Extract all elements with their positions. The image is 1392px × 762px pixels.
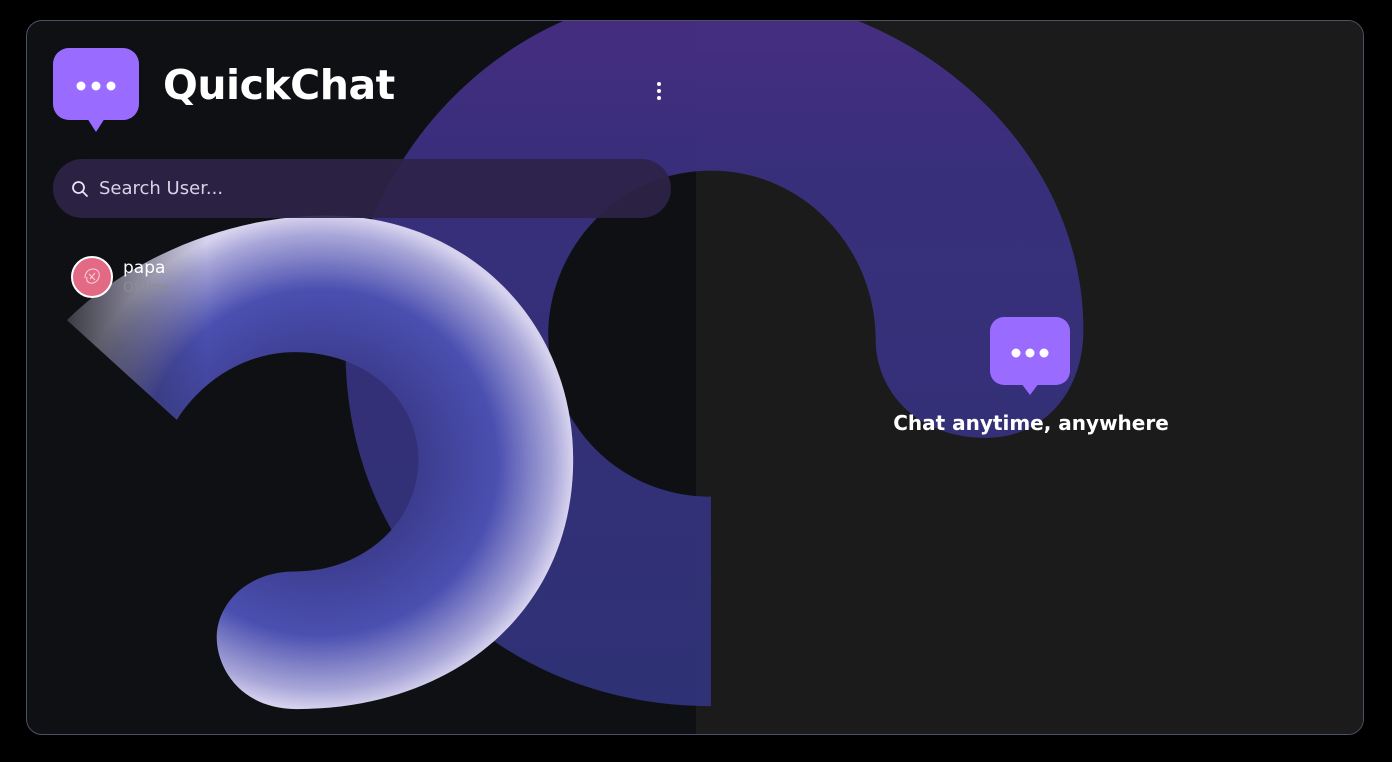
more-vertical-icon[interactable] xyxy=(645,77,673,105)
app-window: QuickChat papa Offline xyxy=(26,20,1364,735)
user-list-item[interactable]: papa Offline xyxy=(71,253,371,301)
search-bar xyxy=(53,159,671,218)
sidebar: QuickChat papa Offline xyxy=(27,21,696,734)
search-icon xyxy=(72,180,88,197)
welcome-tagline: Chat anytime, anywhere xyxy=(893,411,1169,435)
chat-bubble-icon xyxy=(53,48,139,132)
app-title: QuickChat xyxy=(163,61,395,109)
welcome-panel: Chat anytime, anywhere xyxy=(696,21,1363,734)
chat-bubble-icon xyxy=(990,317,1070,395)
avatar-sketch-icon xyxy=(84,268,100,284)
user-name: papa xyxy=(123,257,166,278)
user-status: Offline xyxy=(123,279,169,296)
avatar xyxy=(71,256,113,298)
search-input[interactable] xyxy=(97,177,641,200)
